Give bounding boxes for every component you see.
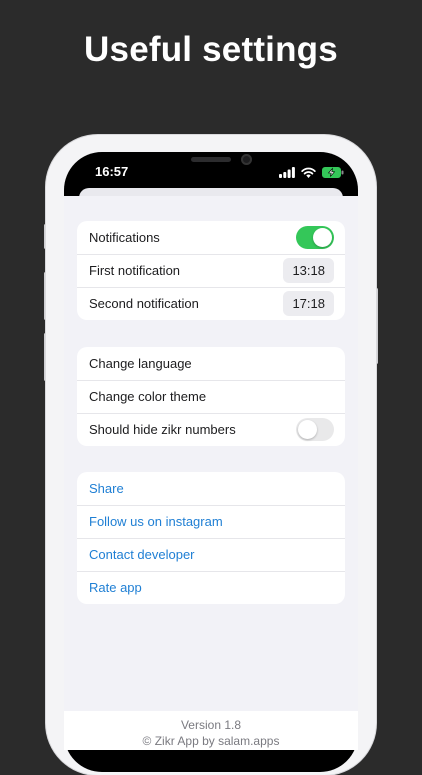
footer: Version 1.8 © Zikr App by salam.apps xyxy=(64,711,358,750)
notifications-label: Notifications xyxy=(89,230,160,245)
second-notification-row: Second notification 17:18 xyxy=(77,287,345,320)
second-notification-time[interactable]: 17:18 xyxy=(283,291,334,316)
second-notification-label: Second notification xyxy=(89,296,199,311)
toggle-knob xyxy=(313,228,332,247)
instagram-link[interactable]: Follow us on instagram xyxy=(77,505,345,538)
hide-zikr-numbers-toggle[interactable] xyxy=(296,418,334,441)
wifi-icon xyxy=(301,167,316,178)
credit-text: © Zikr App by salam.apps xyxy=(142,734,280,748)
links-group: Share Follow us on instagram Contact dev… xyxy=(77,472,345,604)
cellular-signal-icon xyxy=(279,166,295,178)
first-notification-label: First notification xyxy=(89,263,181,278)
change-language-label: Change language xyxy=(89,356,192,371)
share-link[interactable]: Share xyxy=(77,472,345,505)
phone-notch xyxy=(123,152,289,174)
toggle-knob xyxy=(298,420,317,439)
first-notification-time[interactable]: 13:18 xyxy=(283,258,334,283)
version-text: Version 1.8 xyxy=(180,718,242,732)
front-camera xyxy=(241,154,252,165)
rate-app-link[interactable]: Rate app xyxy=(77,571,345,604)
notifications-group: Notifications First notification 13:18 S… xyxy=(77,221,345,320)
status-icons xyxy=(279,165,344,179)
status-time: 16:57 xyxy=(95,164,129,179)
preferences-group: Change language Change color theme Shoul… xyxy=(77,347,345,446)
speaker-grille xyxy=(191,157,231,162)
change-color-theme-row[interactable]: Change color theme xyxy=(77,380,345,413)
first-notification-row: First notification 13:18 xyxy=(77,254,345,287)
headline: Useful settings xyxy=(84,30,338,69)
hide-zikr-numbers-label: Should hide zikr numbers xyxy=(89,422,236,437)
contact-developer-link[interactable]: Contact developer xyxy=(77,538,345,571)
notifications-row: Notifications xyxy=(77,221,345,254)
notifications-toggle[interactable] xyxy=(296,226,334,249)
change-color-theme-label: Change color theme xyxy=(89,389,207,404)
battery-charging-icon xyxy=(322,166,344,178)
hide-zikr-numbers-row: Should hide zikr numbers xyxy=(77,413,345,446)
change-language-row[interactable]: Change language xyxy=(77,347,345,380)
